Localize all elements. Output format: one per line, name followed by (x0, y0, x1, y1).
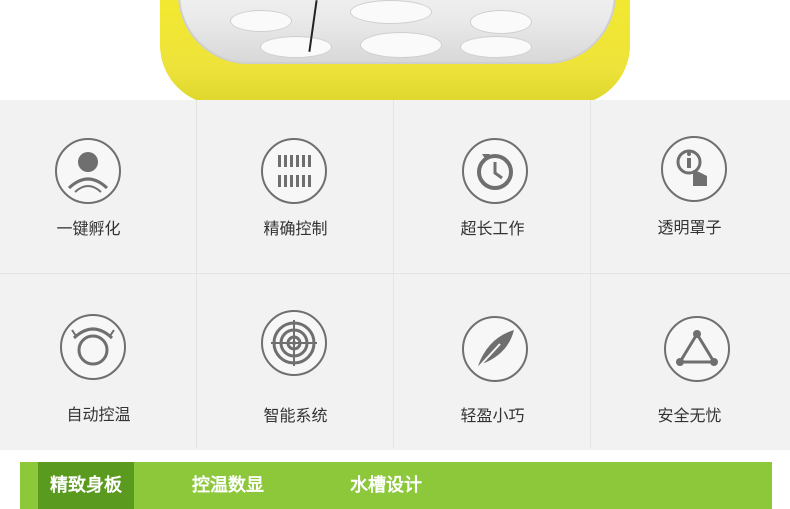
feature-label: 超长工作 (460, 219, 525, 238)
feature-cell: 智能系统 (197, 274, 394, 448)
feature-cell: 安全无忧 (591, 274, 790, 448)
tab-jingzhi-shenban[interactable]: 精致身板 (38, 462, 134, 509)
tab-kongwen-shuxian[interactable]: 控温数显 (192, 462, 264, 509)
precise-control-icon (261, 138, 327, 204)
feature-label: 安全无忧 (657, 406, 722, 425)
egg-slot (350, 0, 432, 24)
feature-grid: 一键孵化 精确控制 超长工作 透明罩子 自动控温 智能系统 轻盈小巧 安全无忧 (0, 100, 790, 450)
feature-label: 自动控温 (66, 405, 131, 424)
feature-label: 透明罩子 (657, 218, 722, 237)
egg-slot (460, 36, 532, 58)
egg-slot (360, 32, 442, 58)
feature-cell: 轻盈小巧 (394, 274, 591, 448)
feature-cell: 精确控制 (197, 100, 394, 274)
detail-tab-bar: 精致身板 控温数显 水槽设计 (20, 462, 772, 509)
safety-triangle-icon (664, 316, 730, 382)
auto-temp-icon (60, 314, 126, 380)
feature-cell: 透明罩子 (591, 100, 790, 274)
feature-cell: 超长工作 (394, 100, 591, 274)
feather-icon (462, 316, 528, 382)
product-image (0, 0, 790, 100)
timer-icon (462, 138, 528, 204)
feature-cell: 一键孵化 (0, 100, 197, 274)
transparent-cover-icon (661, 136, 727, 202)
smart-target-icon (261, 310, 327, 376)
feature-label: 轻盈小巧 (460, 406, 525, 425)
feature-label: 智能系统 (263, 406, 328, 425)
tab-shuicao-sheji[interactable]: 水槽设计 (350, 462, 422, 509)
egg-slot (230, 10, 292, 32)
egg-slot (260, 36, 332, 58)
person-icon (55, 138, 121, 204)
feature-cell: 自动控温 (0, 274, 197, 448)
feature-label: 一键孵化 (56, 219, 121, 238)
egg-slot (470, 10, 532, 34)
feature-label: 精确控制 (263, 219, 328, 238)
